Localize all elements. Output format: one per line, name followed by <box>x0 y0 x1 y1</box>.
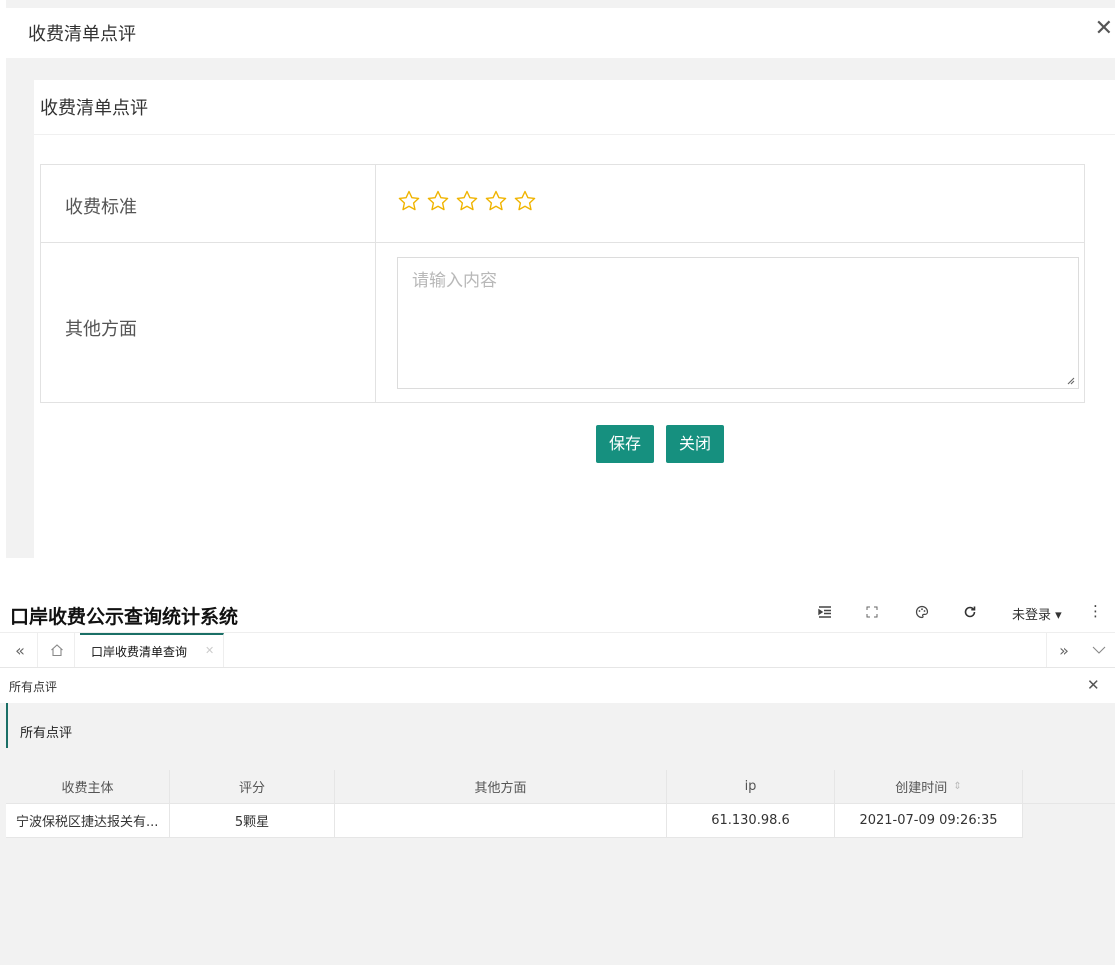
content-title: 所有点评 <box>9 680 58 694</box>
other-label: 其他方面 <box>65 319 137 340</box>
table-row[interactable]: 宁波保税区捷达报关有... 5颗星 61.130.98.6 2021-07-09… <box>6 804 1023 838</box>
dialog-header: 收费清单点评 ✕ <box>6 8 1115 58</box>
resize-handle-icon[interactable] <box>1065 375 1075 385</box>
palette-icon[interactable] <box>912 602 932 622</box>
panel-accent-bar <box>6 703 8 748</box>
review-form: 收费标准 其他方面 <box>40 164 1085 403</box>
star-icon[interactable] <box>397 189 421 213</box>
close-icon[interactable]: ✕ <box>1095 18 1113 40</box>
star-icon[interactable] <box>426 189 450 213</box>
home-icon[interactable] <box>40 633 75 667</box>
user-menu[interactable]: 未登录 ▾ <box>1012 604 1062 623</box>
refresh-icon[interactable] <box>960 602 980 622</box>
tab-bar: « 口岸收费清单查询 ✕ » <box>0 632 1115 668</box>
indent-icon[interactable] <box>815 602 835 622</box>
chevron-down-icon[interactable] <box>1082 633 1115 667</box>
sort-icon[interactable]: ⇕ <box>953 781 961 792</box>
content-header: 所有点评 ✕ <box>0 668 1115 703</box>
cell-ip: 61.130.98.6 <box>667 804 835 838</box>
other-textarea-wrapper <box>397 257 1079 389</box>
column-header-ip[interactable]: ip <box>667 770 835 804</box>
column-header-created[interactable]: 创建时间 ⇕ <box>835 770 1023 804</box>
panel-title: 所有点评 <box>20 726 73 741</box>
column-header-created-label: 创建时间 <box>895 781 948 796</box>
close-button[interactable]: 关闭 <box>666 425 725 463</box>
dialog-title: 收费清单点评 <box>28 24 136 45</box>
other-textarea[interactable] <box>398 258 1078 388</box>
table-header-row: 收费主体 评分 其他方面 ip 创建时间 ⇕ <box>6 770 1115 804</box>
column-header-score[interactable]: 评分 <box>170 770 335 804</box>
content-area: 所有点评 ✕ 所有点评 收费主体 评分 其他方面 ip 创建时间 ⇕ 宁波保税区… <box>0 668 1115 965</box>
fullscreen-icon[interactable] <box>862 602 882 622</box>
tab-charge-list-query[interactable]: 口岸收费清单查询 ✕ <box>80 633 224 667</box>
save-button[interactable]: 保存 <box>596 425 655 463</box>
app-window: 口岸收费公示查询统计系统 未登录 ▾ ⋮ « 口岸收费清单查询 ✕ » 所有点评… <box>0 580 1115 965</box>
cell-score: 5颗星 <box>170 804 335 838</box>
tab-label: 口岸收费清单查询 <box>91 645 188 659</box>
form-row-other: 其他方面 <box>41 243 1084 402</box>
scroll-left-icon[interactable]: « <box>3 633 38 667</box>
column-header-other[interactable]: 其他方面 <box>335 770 667 804</box>
cell-created-at: 2021-07-09 09:26:35 <box>835 804 1023 838</box>
review-dialog: 收费清单点评 ✕ 收费清单点评 收费标准 其他方面 请输入内容 保存 关闭 <box>6 0 1115 558</box>
column-header-empty <box>1023 770 1115 804</box>
scroll-right-icon[interactable]: » <box>1046 633 1081 667</box>
card-title: 收费清单点评 <box>40 98 148 119</box>
star-rating <box>397 189 537 213</box>
more-vertical-icon[interactable]: ⋮ <box>1088 602 1103 620</box>
form-row-standard: 收费标准 <box>41 165 1084 243</box>
cell-subject: 宁波保税区捷达报关有... <box>6 804 170 838</box>
star-icon[interactable] <box>513 189 537 213</box>
star-icon[interactable] <box>455 189 479 213</box>
star-icon[interactable] <box>484 189 508 213</box>
close-icon[interactable]: ✕ <box>1087 676 1100 694</box>
standard-label: 收费标准 <box>65 197 137 218</box>
tab-close-icon[interactable]: ✕ <box>205 644 214 657</box>
app-title: 口岸收费公示查询统计系统 <box>10 606 239 628</box>
card-header: 收费清单点评 <box>34 80 1115 135</box>
cell-other <box>335 804 667 838</box>
review-card: 收费清单点评 收费标准 其他方面 请输入内容 保存 关闭 <box>34 80 1115 558</box>
column-header-subject[interactable]: 收费主体 <box>6 770 170 804</box>
